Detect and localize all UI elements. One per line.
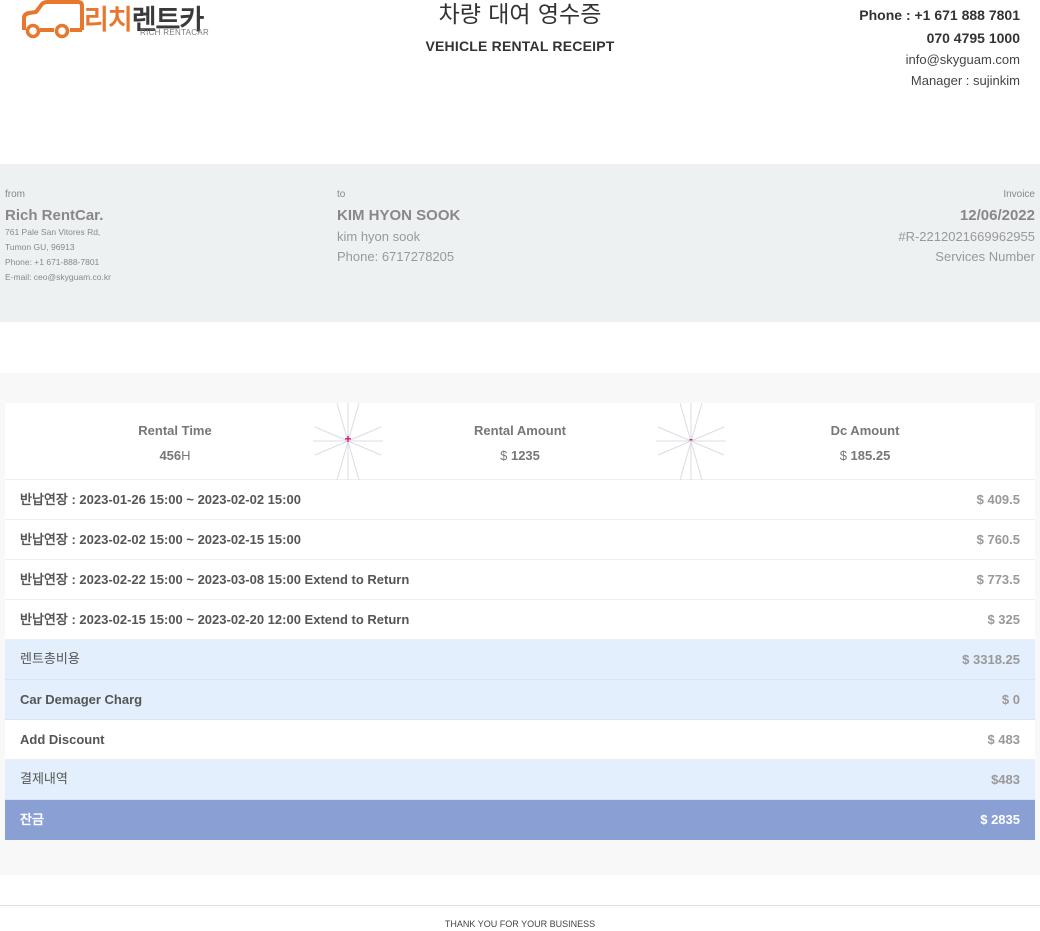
dc-amount-value: $ 185.25	[839, 448, 891, 463]
from-address-line2: Tumon GU, 96913	[5, 242, 75, 252]
to-phone: Phone: 6717278205	[337, 249, 455, 264]
extension-row: 반납연장 : 2023-01-26 15:00 ~ 2023-02-02 15:…	[5, 480, 1035, 520]
summary-rental-time: Rental Time 456H	[5, 403, 345, 464]
invoice-label: Invoice	[1003, 189, 1035, 200]
dc-amount-label: Dc Amount	[830, 423, 900, 438]
summary-dc-amount: Dc Amount $ 185.25	[695, 403, 1035, 464]
balance-row: 잔금 $ 2835	[5, 800, 1035, 840]
rental-time-label: Rental Time	[138, 423, 212, 438]
balance-amount: $ 2835	[980, 812, 1020, 827]
payment-amount: $483	[991, 772, 1020, 787]
discount-label: Add Discount	[20, 732, 105, 747]
contact-manager: Manager : sujinkim	[910, 73, 1020, 88]
from-name: Rich RentCar.	[5, 207, 104, 224]
payment-row: 결제내역 $483	[5, 760, 1035, 800]
invoice-date: 12/06/2022	[959, 207, 1035, 224]
extension-row: 반납연장 : 2023-02-15 15:00 ~ 2023-02-20 12:…	[5, 600, 1035, 640]
company-logo: 리치렌트카 RICH RENTACAR	[20, 0, 220, 42]
from-phone: Phone: +1 671-888-7801	[5, 257, 100, 267]
rental-time-value: 456H	[159, 448, 191, 463]
discount-row: Add Discount $ 483	[5, 720, 1035, 760]
invoice-section: Invoice 12/06/2022 #R-2212021669962955 S…	[898, 189, 1035, 267]
invoice-services: Services Number	[935, 249, 1035, 264]
invoice-number: #R-2212021669962955	[898, 229, 1035, 244]
receipt-header: 리치렌트카 RICH RENTACAR 차량 대여 영수증 VEHICLE RE…	[0, 0, 1040, 100]
extension-label: 반납연장 : 2023-02-22 15:00 ~ 2023-03-08 15:…	[20, 572, 410, 587]
extension-label: 반납연장 : 2023-02-02 15:00 ~ 2023-02-15 15:…	[20, 532, 301, 547]
balance-label: 잔금	[20, 812, 44, 827]
charges-card: Rental Time 456H + Rental Amount $ 1235 …	[5, 403, 1035, 840]
damage-charge-amount: $ 0	[1001, 692, 1020, 707]
title-english: VEHICLE RENTAL RECEIPT	[425, 38, 615, 54]
contact-info: Phone : +1 671 888 7801 070 4795 1000 in…	[859, 4, 1020, 92]
receipt-title: 차량 대여 영수증 VEHICLE RENTAL RECEIPT	[320, 0, 720, 54]
footer-thanks: THANK YOU FOR YOUR BUSINESS	[0, 905, 1040, 931]
to-label: to	[337, 189, 346, 200]
rent-total-label: 렌트총비용	[20, 652, 80, 667]
from-label: from	[5, 189, 25, 200]
parties-info: from Rich RentCar. 761 Pale San Vitores …	[0, 164, 1040, 322]
to-name: KIM HYON SOOK	[337, 207, 461, 224]
rental-amount-value: $ 1235	[500, 448, 540, 463]
from-address-line1: 761 Pale San Vitores Rd,	[5, 227, 101, 237]
extension-amount: $ 760.5	[976, 532, 1020, 547]
damage-charge-row: Car Demager Charg $ 0	[5, 680, 1035, 720]
title-korean: 차량 대여 영수증	[438, 2, 602, 28]
contact-phone-primary: Phone : +1 671 888 7801	[859, 7, 1020, 23]
from-section: from Rich RentCar. 761 Pale San Vitores …	[5, 189, 111, 285]
to-section: to KIM HYON SOOK kim hyon sook Phone: 67…	[337, 189, 460, 267]
contact-email: info@skyguam.com	[905, 52, 1020, 67]
extension-row: 반납연장 : 2023-02-02 15:00 ~ 2023-02-15 15:…	[5, 520, 1035, 560]
summary-rental-amount: Rental Amount $ 1235	[350, 403, 690, 464]
extension-label: 반납연장 : 2023-01-26 15:00 ~ 2023-02-02 15:…	[20, 492, 301, 507]
extension-amount: $ 409.5	[976, 492, 1020, 507]
payment-label: 결제내역	[20, 772, 68, 787]
contact-phone-secondary: 070 4795 1000	[926, 30, 1020, 46]
rental-amount-label: Rental Amount	[474, 423, 566, 438]
rent-total-amount: $ 3318.25	[962, 652, 1020, 667]
extension-amount: $ 325	[987, 612, 1020, 627]
to-name-lower: kim hyon sook	[337, 229, 421, 244]
extension-label: 반납연장 : 2023-02-15 15:00 ~ 2023-02-20 12:…	[20, 612, 410, 627]
logo-subtext: RICH RENTACAR	[140, 28, 210, 37]
rent-total-row: 렌트총비용 $ 3318.25	[5, 640, 1035, 680]
discount-amount: $ 483	[987, 732, 1020, 747]
rental-summary: Rental Time 456H + Rental Amount $ 1235 …	[5, 403, 1035, 480]
car-logo-icon	[22, 0, 84, 39]
damage-charge-label: Car Demager Charg	[20, 692, 143, 707]
extension-row: 반납연장 : 2023-02-22 15:00 ~ 2023-03-08 15:…	[5, 560, 1035, 600]
extension-amount: $ 773.5	[976, 572, 1020, 587]
from-email: E-mail: ceo@skyguam.co.kr	[5, 272, 111, 282]
charges-section: Rental Time 456H + Rental Amount $ 1235 …	[0, 373, 1040, 875]
